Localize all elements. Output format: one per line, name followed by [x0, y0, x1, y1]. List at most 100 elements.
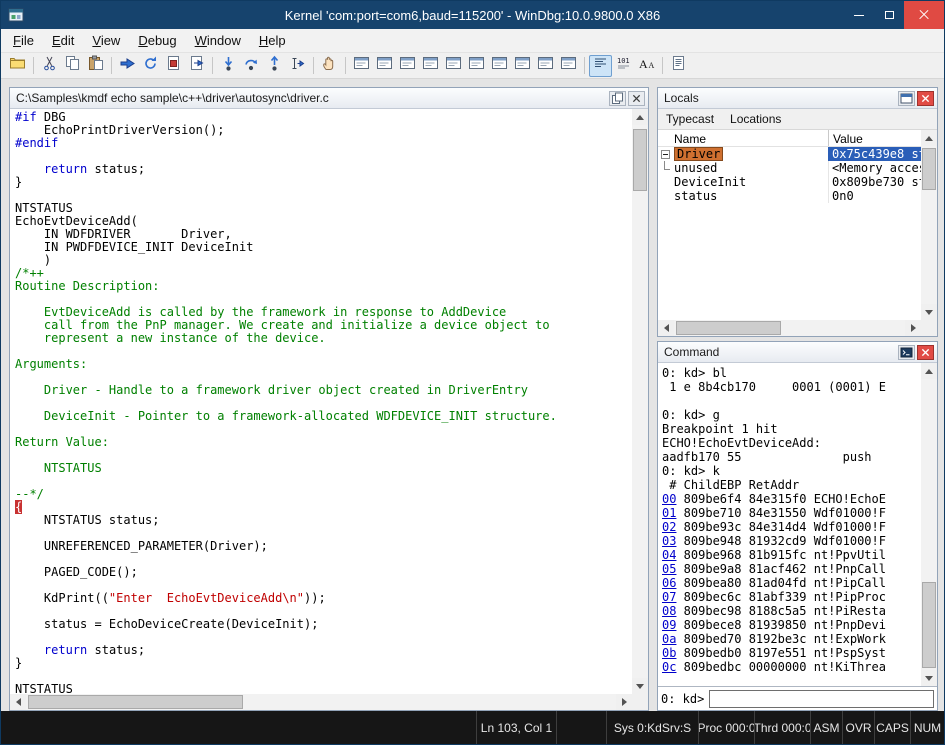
source-code-line	[15, 449, 632, 462]
source-mode-off-icon: 101	[615, 55, 632, 77]
stack-frame-link[interactable]: 03	[662, 534, 676, 548]
float-window-button[interactable]	[609, 91, 626, 106]
stack-frame-link[interactable]: 09	[662, 618, 676, 632]
stack-frame-link[interactable]: 00	[662, 492, 676, 506]
locals-window-titlebar[interactable]: Locals	[658, 88, 937, 109]
step-over-button[interactable]	[240, 55, 263, 77]
break-button[interactable]	[318, 55, 341, 77]
detach-process-button[interactable]	[185, 55, 208, 77]
scroll-left-arrow[interactable]	[658, 320, 674, 336]
locations-button[interactable]: Locations	[722, 110, 789, 128]
scrollbar-thumb[interactable]	[633, 129, 647, 191]
memory-window-button[interactable]	[442, 55, 465, 77]
stack-frame-link[interactable]: 06	[662, 576, 676, 590]
menubar: FileEditViewDebugWindowHelp	[1, 29, 944, 53]
name-column-header[interactable]: Name	[658, 130, 828, 146]
scratch-pad-window-button[interactable]	[511, 55, 534, 77]
source-code-line	[15, 475, 632, 488]
watch-window-button[interactable]	[373, 55, 396, 77]
step-into-button[interactable]	[217, 55, 240, 77]
menu-file[interactable]: File	[4, 30, 43, 51]
source-mode-on-button[interactable]	[589, 55, 612, 77]
stack-frame-link[interactable]: 0b	[662, 646, 676, 660]
scrollbar-thumb[interactable]	[922, 148, 936, 190]
locals-vertical-scrollbar[interactable]	[921, 130, 937, 320]
stack-frame-link[interactable]: 02	[662, 520, 676, 534]
source-close-button[interactable]	[628, 91, 645, 106]
value-column-header[interactable]: Value	[828, 130, 921, 146]
source-window-titlebar[interactable]: C:\Samples\kmdf echo sample\c++\driver\a…	[10, 88, 648, 109]
command-window-button[interactable]	[350, 55, 373, 77]
stack-frame-link[interactable]: 01	[662, 506, 676, 520]
locals-close-button[interactable]	[917, 91, 934, 106]
scroll-down-arrow[interactable]	[921, 304, 937, 320]
locals-row[interactable]: unused<Memory acces	[658, 161, 921, 175]
close-icon	[921, 348, 930, 357]
menu-window[interactable]: Window	[186, 30, 250, 51]
locals-window-button[interactable]	[396, 55, 419, 77]
command-input[interactable]	[709, 690, 934, 708]
menu-debug[interactable]: Debug	[129, 30, 185, 51]
scrollbar-thumb[interactable]	[676, 321, 781, 335]
command-prompt-button[interactable]	[898, 345, 915, 360]
command-line: 0a 809bed70 8192be3c nt!ExpWork	[662, 632, 921, 646]
scroll-up-arrow[interactable]	[632, 109, 648, 125]
go-button[interactable]	[116, 55, 139, 77]
typecast-button[interactable]: Typecast	[658, 110, 722, 128]
menu-view[interactable]: View	[83, 30, 129, 51]
call-stack-window-button[interactable]	[465, 55, 488, 77]
locals-row[interactable]: status0n0	[658, 189, 921, 203]
scroll-up-arrow[interactable]	[921, 363, 937, 379]
command-vertical-scrollbar[interactable]	[921, 363, 937, 686]
scroll-down-arrow[interactable]	[632, 678, 648, 694]
close-button[interactable]	[904, 1, 944, 29]
stack-frame-link[interactable]: 0c	[662, 660, 676, 674]
step-out-button[interactable]	[263, 55, 286, 77]
processes-window-button[interactable]	[534, 55, 557, 77]
open-source-file-button[interactable]	[6, 55, 29, 77]
paste-button[interactable]	[84, 55, 107, 77]
module-list-window-button[interactable]	[557, 55, 580, 77]
memory-window-icon	[445, 55, 462, 77]
options-button[interactable]	[667, 55, 690, 77]
scroll-right-arrow[interactable]	[905, 320, 921, 336]
scroll-left-arrow[interactable]	[10, 694, 26, 710]
source-code-area[interactable]: #if DBG EchoPrintDriverVersion();#endif …	[10, 109, 632, 694]
menu-edit[interactable]: Edit	[43, 30, 83, 51]
scrollbar-thumb[interactable]	[922, 582, 936, 668]
stack-frame-link[interactable]: 07	[662, 590, 676, 604]
run-to-cursor-button[interactable]	[286, 55, 309, 77]
dock-window-button[interactable]	[898, 91, 915, 106]
source-horizontal-scrollbar[interactable]	[10, 694, 632, 710]
source-mode-off-button[interactable]: 101	[612, 55, 635, 77]
menu-help[interactable]: Help	[250, 30, 295, 51]
disassembly-window-button[interactable]	[488, 55, 511, 77]
stop-debugging-button[interactable]	[162, 55, 185, 77]
scroll-right-arrow[interactable]	[616, 694, 632, 710]
locals-horizontal-scrollbar[interactable]	[658, 320, 921, 336]
copy-button[interactable]	[61, 55, 84, 77]
toolbar-separator	[212, 57, 213, 74]
registers-window-button[interactable]	[419, 55, 442, 77]
command-close-button[interactable]	[917, 345, 934, 360]
command-output[interactable]: 0: kd> bl 1 e 8b4cb170 0001 (0001) E 0: …	[658, 363, 921, 686]
font-button[interactable]: AA	[635, 55, 658, 77]
titlebar[interactable]: Kernel 'com:port=com6,baud=115200' - Win…	[1, 1, 944, 29]
locals-row[interactable]: Driver0x75c439e8 st	[658, 147, 921, 161]
stack-frame-link[interactable]: 0a	[662, 632, 676, 646]
minimize-button[interactable]	[844, 1, 874, 29]
restart-button[interactable]	[139, 55, 162, 77]
maximize-button[interactable]	[874, 1, 904, 29]
command-window-titlebar[interactable]: Command	[658, 342, 937, 363]
stack-frame-link[interactable]: 05	[662, 562, 676, 576]
scroll-up-arrow[interactable]	[921, 130, 937, 146]
scroll-down-arrow[interactable]	[921, 670, 937, 686]
source-vertical-scrollbar[interactable]	[632, 109, 648, 694]
stack-frame-link[interactable]: 08	[662, 604, 676, 618]
stack-frame-link[interactable]: 04	[662, 548, 676, 562]
collapse-expander-icon[interactable]	[661, 150, 670, 159]
cut-button[interactable]	[38, 55, 61, 77]
scrollbar-thumb[interactable]	[28, 695, 243, 709]
source-code-line: Arguments:	[15, 358, 632, 371]
locals-row[interactable]: DeviceInit0x809be730 st	[658, 175, 921, 189]
